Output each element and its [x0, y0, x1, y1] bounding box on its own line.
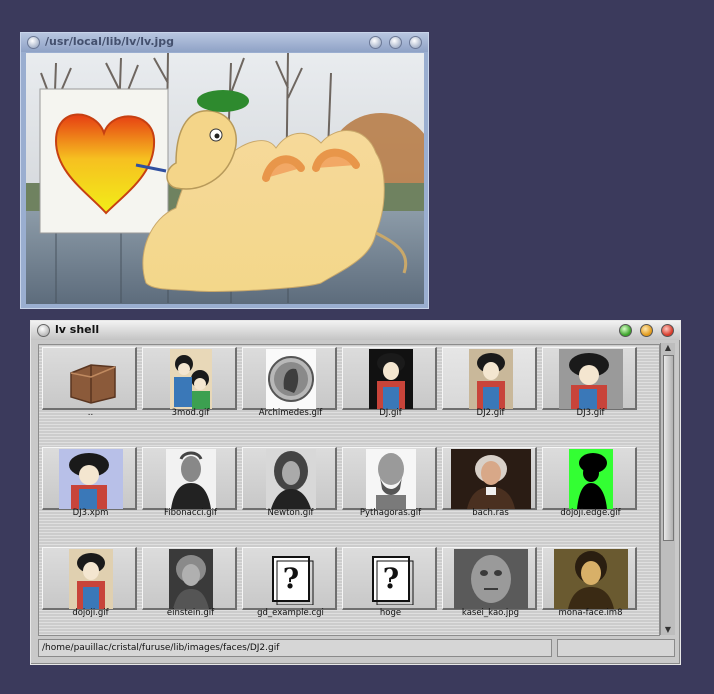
unknown-file-icon: ? [271, 556, 313, 605]
svg-text:?: ? [282, 562, 298, 595]
file-icon-grid: .. 3mod.gif Archimedes.gif DJ.gif DJ2.gi… [38, 344, 660, 636]
window-menu-icon[interactable] [27, 36, 40, 49]
file-label: gd_example.cgi [257, 608, 324, 618]
window-menu-icon[interactable] [37, 324, 50, 337]
mona-lisa-thumbnail [553, 549, 628, 609]
file-label: DJ2.gif [476, 408, 505, 418]
close-button[interactable] [409, 36, 422, 49]
file-item[interactable]: .. [42, 347, 139, 419]
svg-text:?: ? [382, 562, 398, 595]
portrait-thumbnail [165, 449, 216, 509]
file-item[interactable]: Fibonacci.gif [142, 447, 239, 519]
vertical-scrollbar[interactable]: ▲ ▼ [660, 343, 675, 635]
camel-painting-image [26, 53, 424, 304]
file-label: DJ3.xpm [72, 508, 109, 518]
file-item[interactable]: dojoji.edge.gif [542, 447, 639, 519]
file-label: hoge [379, 608, 402, 618]
minimize-button[interactable] [640, 324, 653, 337]
status-path: /home/pauillac/cristal/furuse/lib/images… [38, 639, 552, 657]
file-label: dojoji.gif [72, 608, 109, 618]
shell-titlebar[interactable]: lv shell [31, 321, 680, 340]
file-item[interactable]: Newton.gif [242, 447, 339, 519]
image-canvas [26, 53, 424, 304]
file-label: Fibonacci.gif [164, 508, 217, 518]
file-label: DJ3.gif [576, 408, 605, 418]
file-label: bach.ras [472, 508, 509, 518]
portrait-thumbnail [168, 549, 213, 609]
viewer-titlebar[interactable]: /usr/local/lib/lv/lv.jpg [21, 33, 428, 52]
minimize-button[interactable] [369, 36, 382, 49]
bust-thumbnail [365, 449, 416, 509]
ukiyoe-thumbnail [468, 349, 513, 409]
file-item[interactable]: Pythagoras.gif [342, 447, 439, 519]
file-label: mona-face.im8 [558, 608, 623, 618]
maximize-button[interactable] [619, 324, 632, 337]
portrait-thumbnail [450, 449, 531, 509]
file-item-selected[interactable]: DJ2.gif [442, 347, 539, 419]
close-button[interactable] [661, 324, 674, 337]
shell-title: lv shell [55, 323, 100, 336]
ukiyoe-thumbnail [58, 449, 123, 509]
lv-shell-window[interactable]: lv shell .. 3mod.gif Archimedes.gif DJ.g… [30, 320, 681, 665]
file-item[interactable]: kasei_kao.jpg [442, 547, 539, 619]
file-label: Pythagoras.gif [359, 508, 422, 518]
file-label: einstein.gif [166, 608, 215, 618]
file-item[interactable]: einstein.gif [142, 547, 239, 619]
scroll-down-icon[interactable]: ▼ [663, 625, 673, 635]
silhouette-thumbnail [568, 449, 613, 509]
ukiyoe-thumbnail [558, 349, 623, 409]
file-label: DJ.gif [379, 408, 402, 418]
viewer-title: /usr/local/lib/lv/lv.jpg [45, 35, 175, 48]
ukiyoe-thumbnail [368, 349, 413, 409]
image-viewer-window[interactable]: /usr/local/lib/lv/lv.jpg [20, 32, 429, 309]
maximize-button[interactable] [389, 36, 402, 49]
ukiyoe-thumbnail [169, 349, 212, 409]
ukiyoe-thumbnail [68, 549, 113, 609]
file-item[interactable]: DJ.gif [342, 347, 439, 419]
unknown-file-icon: ? [371, 556, 413, 605]
portrait-thumbnail [265, 449, 316, 509]
scroll-up-icon[interactable]: ▲ [663, 343, 673, 353]
file-label: kasei_kao.jpg [461, 608, 520, 618]
status-extra [557, 639, 675, 657]
file-label: Newton.gif [267, 508, 314, 518]
file-item[interactable]: ? gd_example.cgi [242, 547, 339, 619]
file-item[interactable]: 3mod.gif [142, 347, 239, 419]
file-label: 3mod.gif [171, 408, 210, 418]
folder-icon [69, 364, 116, 404]
file-item[interactable]: DJ3.xpm [42, 447, 139, 519]
scrollbar-thumb[interactable] [663, 355, 674, 541]
file-label: dojoji.edge.gif [560, 508, 621, 518]
file-item[interactable]: mona-face.im8 [542, 547, 639, 619]
file-item[interactable]: Archimedes.gif [242, 347, 339, 419]
file-item[interactable]: DJ3.gif [542, 347, 639, 419]
file-label: .. [87, 408, 94, 418]
file-item[interactable]: ? hoge [342, 547, 439, 619]
coin-portrait-thumbnail [265, 349, 316, 409]
file-label: Archimedes.gif [258, 408, 323, 418]
file-item[interactable]: dojoji.gif [42, 547, 139, 619]
file-item[interactable]: bach.ras [442, 447, 539, 519]
mars-face-thumbnail [453, 549, 528, 609]
